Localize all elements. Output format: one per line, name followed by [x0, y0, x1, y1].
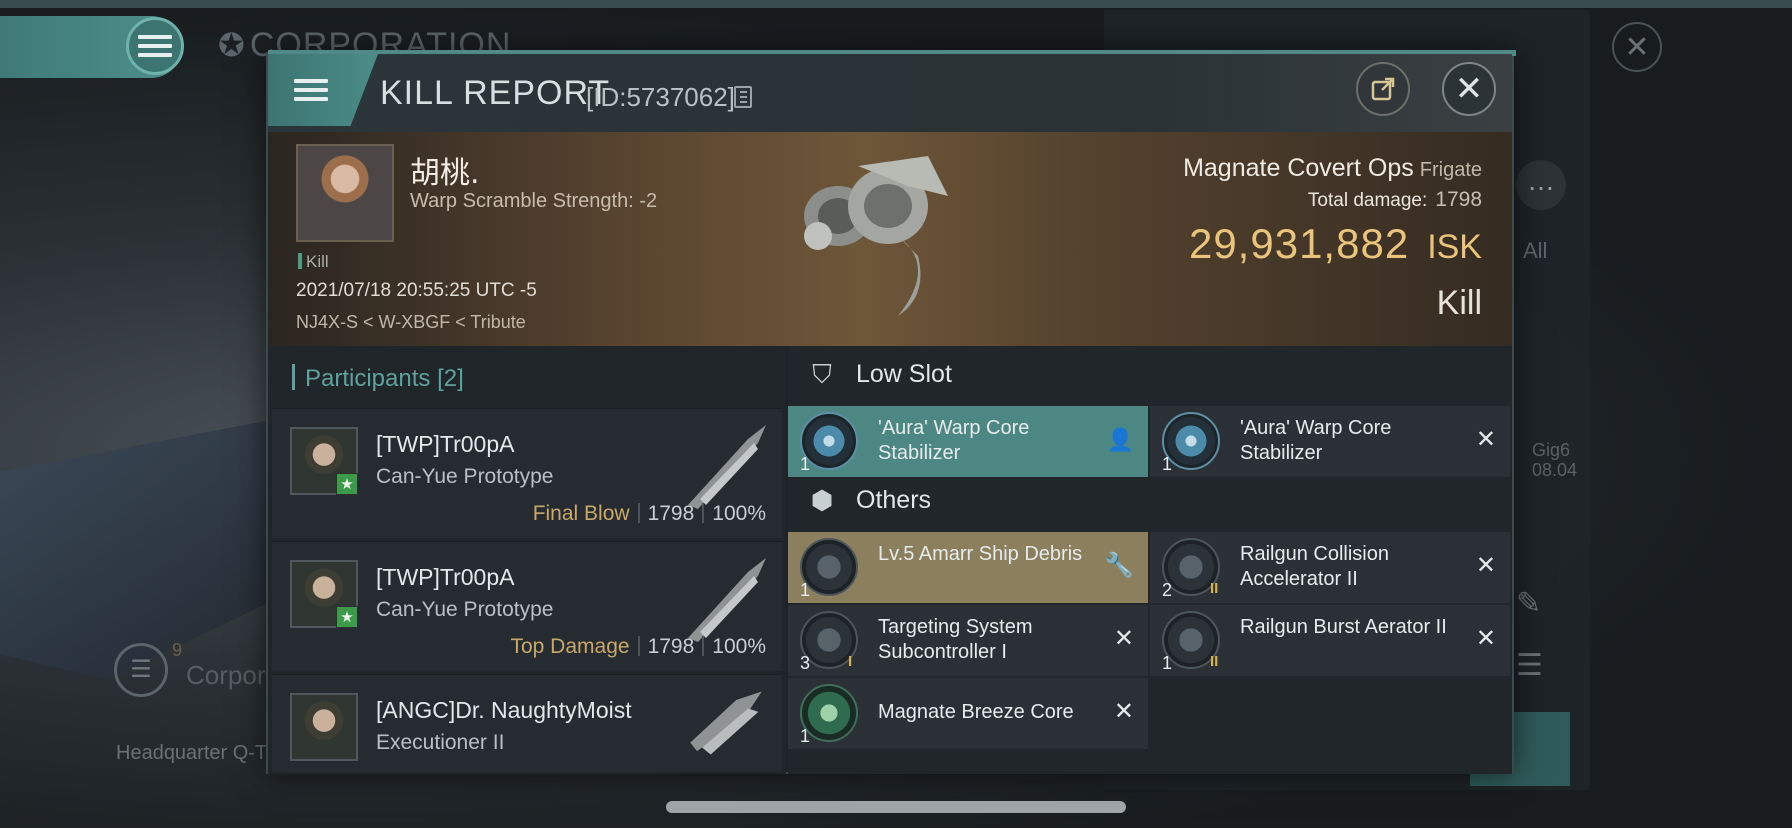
weapon-icon	[688, 558, 766, 642]
ship-image	[804, 156, 948, 316]
star-icon: ★	[336, 473, 358, 495]
weapon-icon	[690, 691, 762, 755]
close-button[interactable]: ✕	[1442, 62, 1496, 116]
background-all-label: All	[1523, 238, 1548, 263]
dialog-header: KILL REPORT [ID:5737062] ✕	[268, 54, 1512, 132]
total-damage: Total damage: 1798	[1307, 188, 1482, 211]
menu-icon	[294, 74, 328, 106]
participant-stats: Top Damage 1798 100%	[510, 635, 766, 658]
top-status-bar	[0, 0, 1792, 8]
victim-name[interactable]: 胡桃.	[410, 148, 480, 192]
participant-row[interactable]: ★ [TWP]Tr00pA Can-Yue Prototype Final Bl…	[272, 408, 782, 538]
edit-icon[interactable]: ✎	[1516, 586, 1541, 621]
participants-header: Participants [2]	[292, 364, 464, 393]
victim-banner: 胡桃. Warp Scramble Strength: -2 Kill 2021…	[268, 132, 1512, 346]
participant-ship: Can-Yue Prototype	[376, 465, 554, 488]
others-header: ⬢ Others	[788, 472, 1512, 530]
participant-row[interactable]: ★ [TWP]Tr00pA Can-Yue Prototype Top Dama…	[272, 541, 782, 671]
wrench-icon: 🔧	[1104, 552, 1134, 579]
participant-stats: Final Blow 1798 100%	[532, 502, 766, 525]
copy-icon[interactable]	[734, 86, 752, 108]
participant-name: [ANGC]Dr. NaughtyMoist	[376, 697, 632, 723]
kill-tag: Kill	[298, 252, 329, 272]
dialog-title: KILL REPORT	[380, 74, 611, 112]
corp-menu-button[interactable]: ☰	[114, 643, 168, 697]
background-gig-label: Gig6 08.04	[1532, 440, 1578, 480]
menu-icon	[138, 30, 172, 62]
destroyed-icon: ✕	[1475, 625, 1496, 652]
warp-scramble-strength: Warp Scramble Strength: -2	[410, 190, 658, 212]
filter-icon[interactable]: ☰	[1516, 648, 1543, 683]
participants-panel: Participants [2] ★ [TWP]Tr00pA Can-Yue P…	[268, 346, 786, 774]
cube-icon: ⬢	[810, 485, 834, 515]
share-icon	[1371, 77, 1395, 101]
ship-name: Magnate Covert Ops Frigate	[1183, 154, 1482, 182]
module-item[interactable]: 1 Magnate Breeze Core ✕	[788, 678, 1148, 749]
participant-name: [TWP]Tr00pA	[376, 431, 515, 457]
modules-panel: ⛉ Low Slot 1 'Aura' Warp Core Stabilizer…	[788, 346, 1512, 774]
victim-avatar[interactable]	[296, 144, 394, 242]
low-slot-icon: ⛉	[812, 359, 832, 389]
destroyed-icon: ✕	[1113, 698, 1134, 725]
more-options-button[interactable]: …	[1516, 160, 1566, 210]
kill-datetime: 2021/07/18 20:55:25 UTC -5	[296, 280, 537, 301]
module-item[interactable]: 1 II Railgun Burst Aerator II ✕	[1150, 605, 1510, 676]
participant-row[interactable]: [ANGC]Dr. NaughtyMoist Executioner II	[272, 674, 782, 772]
headquarter-label: Headquarter Q-T	[116, 742, 268, 764]
module-item[interactable]: 1 Lv.5 Amarr Ship Debris 🔧	[788, 532, 1148, 603]
corp-count-badge: 9	[172, 640, 183, 660]
kill-id: [ID:5737062]	[586, 82, 735, 112]
destroyed-icon: ✕	[1475, 426, 1496, 453]
kill-report-dialog: KILL REPORT [ID:5737062] ✕ 胡桃. Warp Scra…	[266, 50, 1516, 774]
participant-avatar[interactable]	[290, 693, 358, 761]
isk-value: 29,931,882 ISK	[1188, 220, 1482, 267]
destroyed-icon: ✕	[1113, 625, 1134, 652]
module-item[interactable]: 1 'Aura' Warp Core Stabilizer 👤	[788, 406, 1148, 477]
weapon-icon	[688, 425, 766, 509]
module-item[interactable]: 3 I Targeting System Subcontroller I ✕	[788, 605, 1148, 676]
background-structure	[0, 420, 270, 680]
low-slot-header: ⛉ Low Slot	[788, 346, 1512, 404]
destroyed-icon: ✕	[1475, 552, 1496, 579]
participant-ship: Can-Yue Prototype	[376, 598, 554, 621]
star-icon: ★	[336, 606, 358, 628]
participant-ship: Executioner II	[376, 731, 505, 754]
share-button[interactable]	[1356, 62, 1410, 116]
person-icon: 👤	[1106, 427, 1134, 452]
kill-location: NJ4X-S < W-XBGF < Tribute	[296, 312, 526, 332]
participant-name: [TWP]Tr00pA	[376, 564, 515, 590]
background-close-button[interactable]: ✕	[1612, 22, 1662, 72]
kill-result: Kill	[1436, 284, 1482, 322]
star-icon: ✪	[218, 27, 246, 63]
home-indicator[interactable]	[666, 801, 1126, 813]
module-item[interactable]: 1 'Aura' Warp Core Stabilizer ✕	[1150, 406, 1510, 477]
dialog-menu-button[interactable]	[268, 54, 378, 126]
module-item[interactable]: 2 II Railgun Collision Accelerator II ✕	[1150, 532, 1510, 603]
background-menu-button[interactable]	[126, 17, 184, 75]
